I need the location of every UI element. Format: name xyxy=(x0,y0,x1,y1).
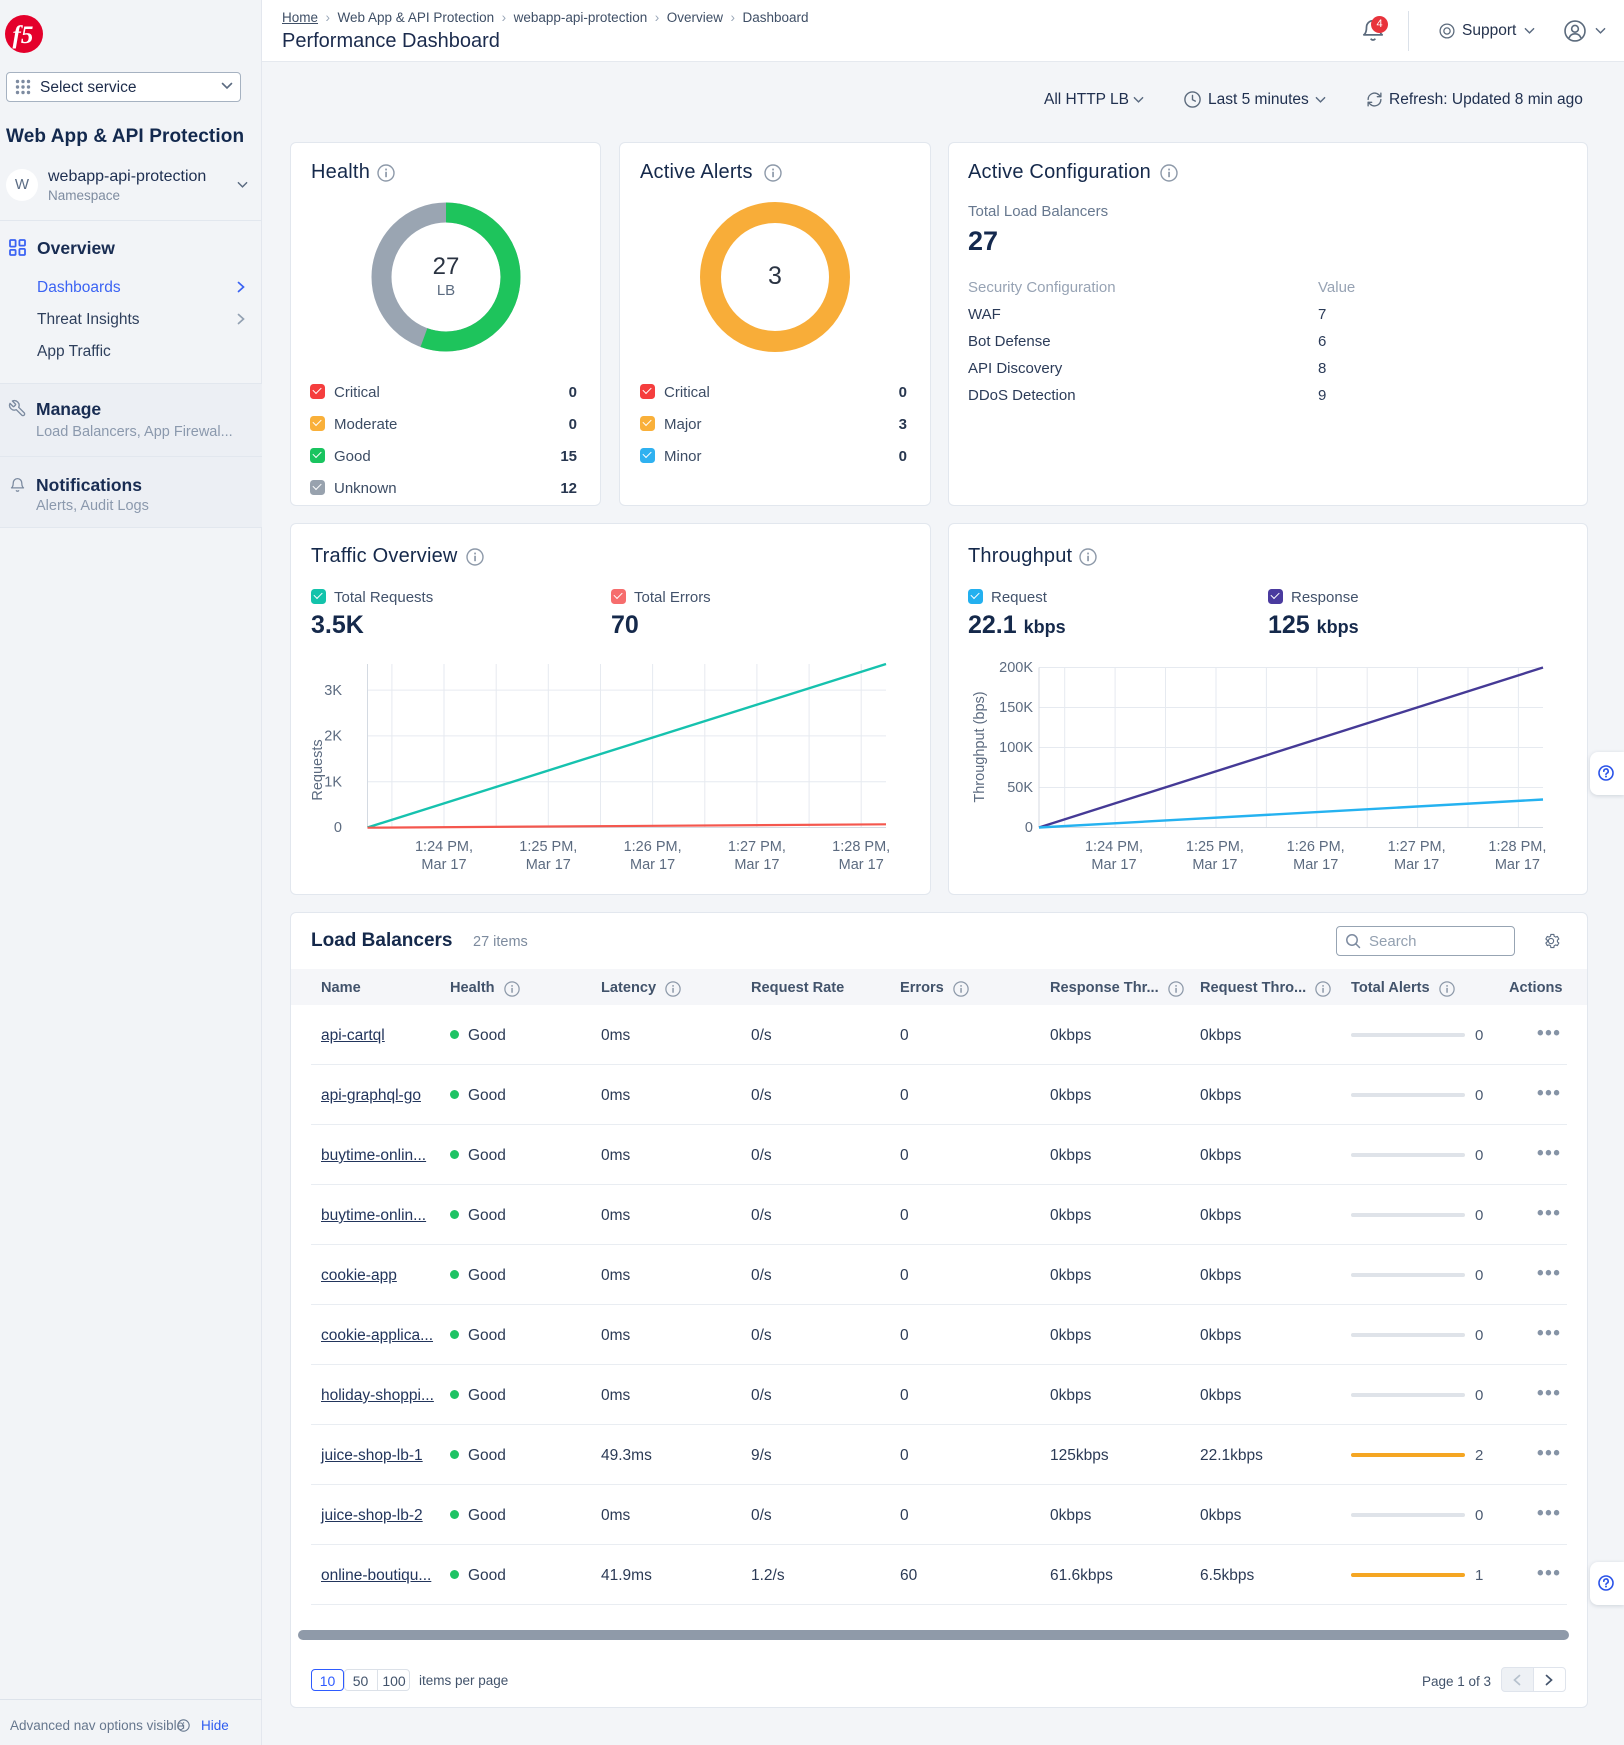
svg-text:Mar 17: Mar 17 xyxy=(734,857,779,873)
svg-text:0: 0 xyxy=(334,820,342,836)
svg-text:1:25 PM,: 1:25 PM, xyxy=(519,839,577,855)
svg-text:150K: 150K xyxy=(999,700,1033,716)
svg-text:Mar 17: Mar 17 xyxy=(630,857,675,873)
svg-text:Mar 17: Mar 17 xyxy=(1192,857,1237,873)
svg-text:1:27 PM,: 1:27 PM, xyxy=(728,839,786,855)
svg-text:Mar 17: Mar 17 xyxy=(1394,857,1439,873)
svg-text:3K: 3K xyxy=(324,683,342,699)
svg-text:Mar 17: Mar 17 xyxy=(526,857,571,873)
svg-text:1:26 PM,: 1:26 PM, xyxy=(1287,839,1345,855)
svg-text:1:24 PM,: 1:24 PM, xyxy=(415,839,473,855)
svg-text:Mar 17: Mar 17 xyxy=(421,857,466,873)
svg-text:Requests: Requests xyxy=(310,739,326,800)
svg-text:1:26 PM,: 1:26 PM, xyxy=(624,839,682,855)
svg-text:2K: 2K xyxy=(324,729,342,745)
svg-text:100K: 100K xyxy=(999,740,1033,756)
svg-text:0: 0 xyxy=(1025,820,1033,836)
svg-text:Throughput (bps): Throughput (bps) xyxy=(972,691,988,802)
svg-text:1:28 PM,: 1:28 PM, xyxy=(1488,839,1546,855)
svg-text:1:28 PM,: 1:28 PM, xyxy=(832,839,890,855)
svg-text:1:27 PM,: 1:27 PM, xyxy=(1388,839,1446,855)
svg-text:Mar 17: Mar 17 xyxy=(1293,857,1338,873)
svg-text:1K: 1K xyxy=(324,775,342,791)
svg-text:1:25 PM,: 1:25 PM, xyxy=(1186,839,1244,855)
svg-text:Mar 17: Mar 17 xyxy=(839,857,884,873)
svg-text:1:24 PM,: 1:24 PM, xyxy=(1085,839,1143,855)
svg-text:f5: f5 xyxy=(13,22,34,49)
svg-text:Mar 17: Mar 17 xyxy=(1091,857,1136,873)
svg-text:50K: 50K xyxy=(1007,780,1033,796)
svg-text:200K: 200K xyxy=(999,660,1033,676)
svg-text:Mar 17: Mar 17 xyxy=(1495,857,1540,873)
